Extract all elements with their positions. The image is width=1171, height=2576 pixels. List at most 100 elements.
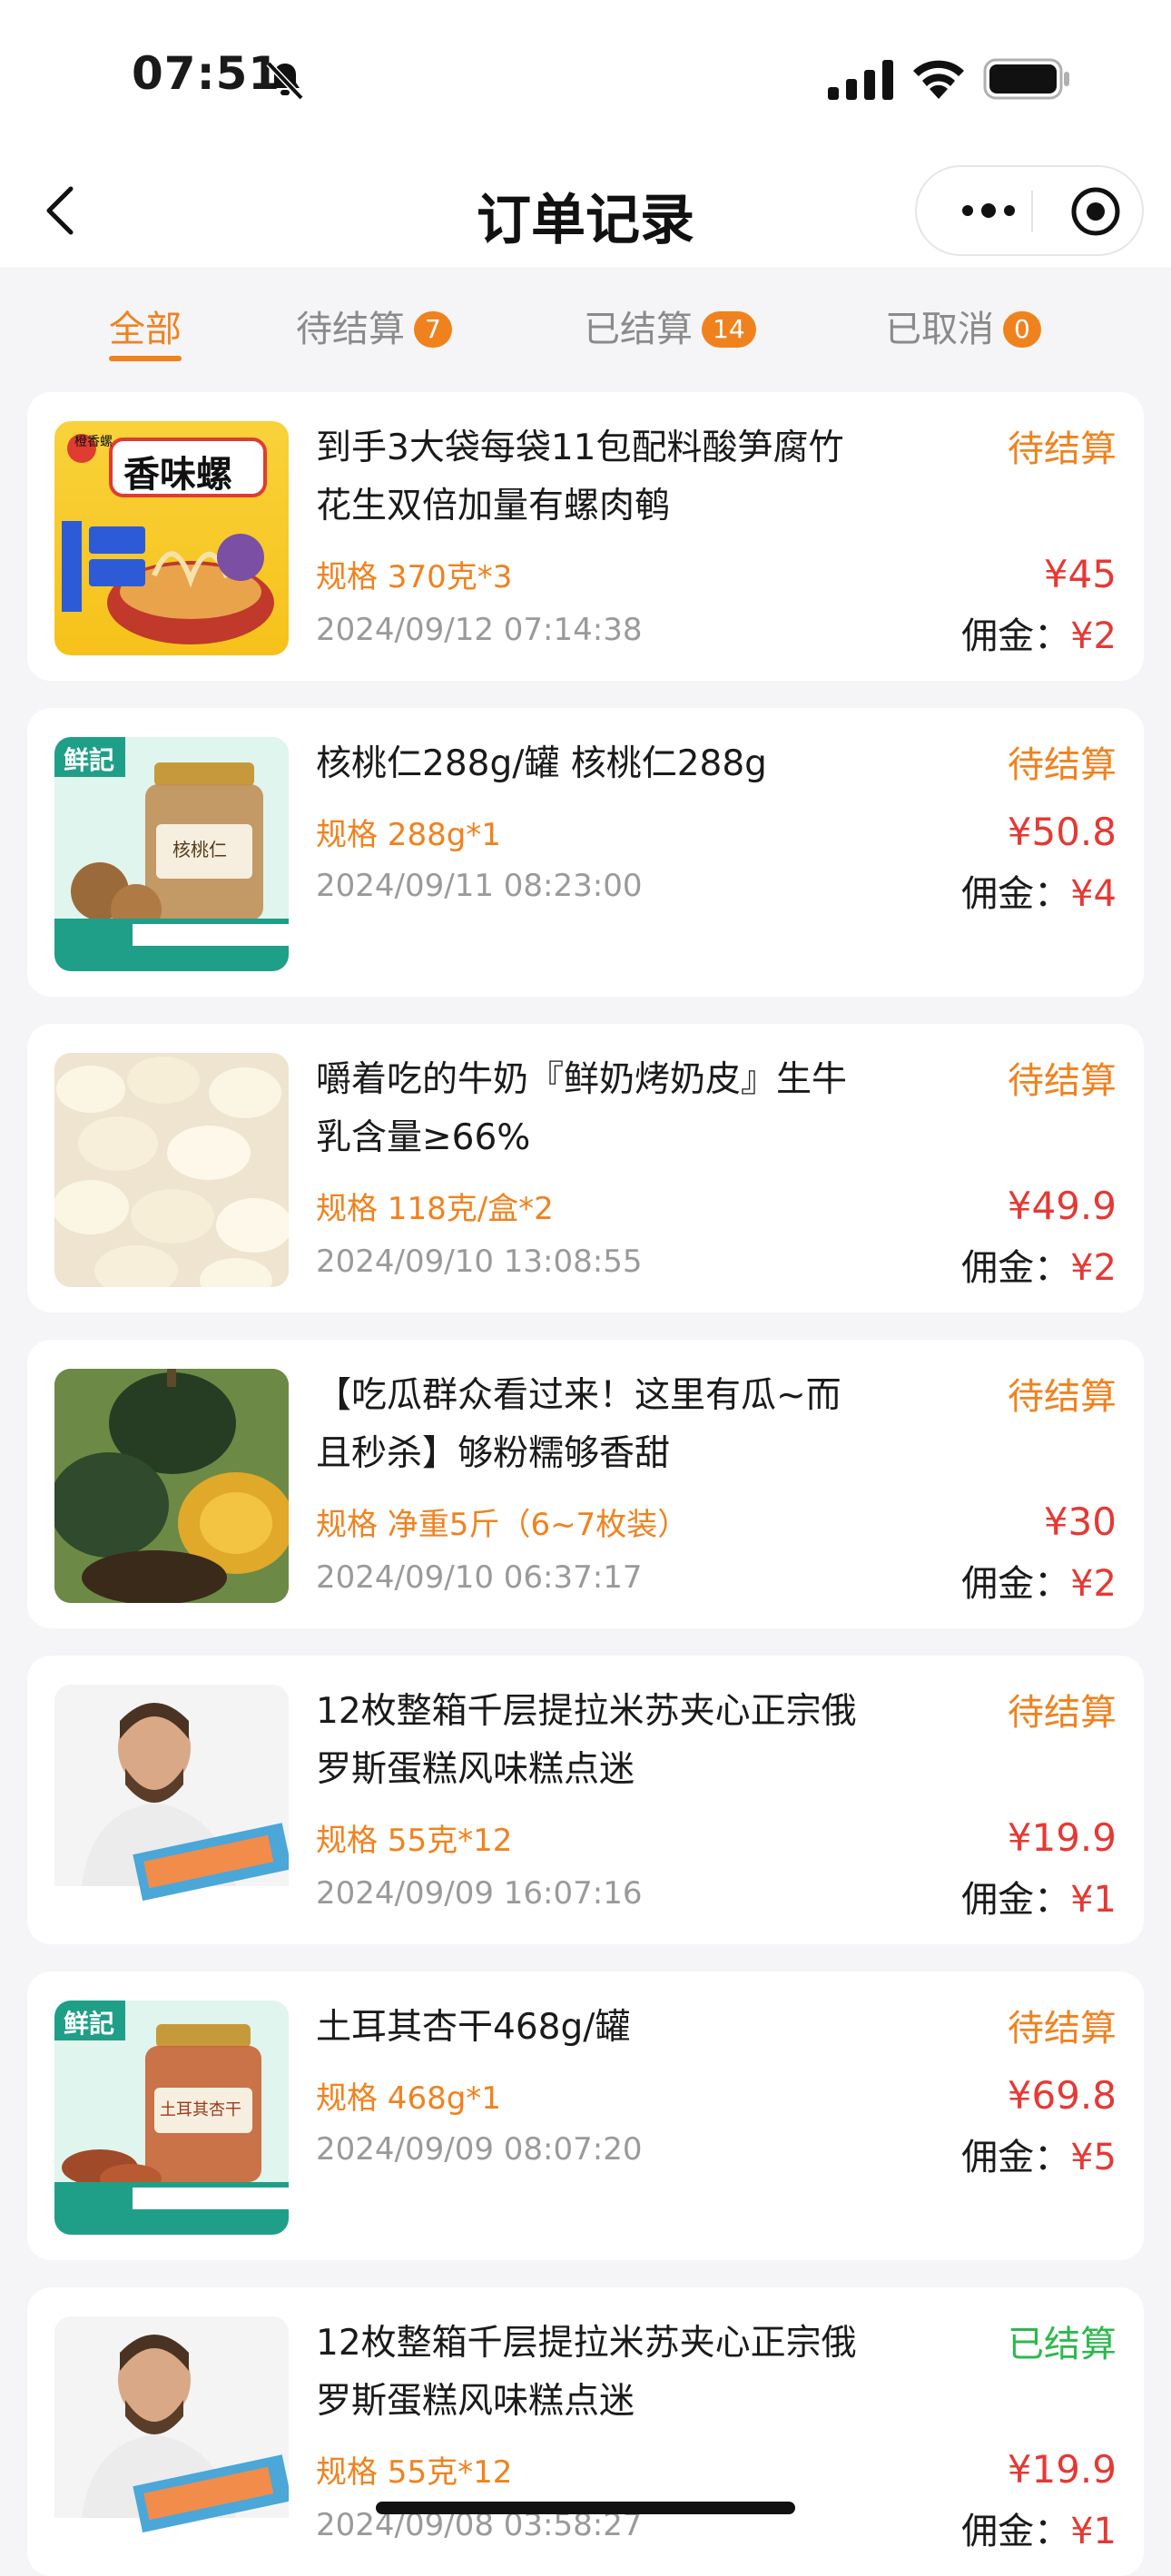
order-price: ¥30	[1043, 1499, 1117, 1544]
battery-icon	[983, 58, 1069, 100]
order-price: ¥19.9	[1007, 2447, 1117, 2492]
commission-label: 佣金：	[961, 1563, 1071, 1605]
product-thumbnail: 香味螺 橙香螺	[54, 421, 289, 655]
order-status: 待结算	[1008, 1060, 1117, 1102]
order-price: ¥45	[1043, 552, 1117, 596]
status-time: 07:51	[132, 47, 281, 100]
tab-label: 已取消	[885, 309, 994, 350]
order-card[interactable]: 嚼着吃的牛奶『鲜奶烤奶皮』生牛乳含量≥66% 规格 118克/盒*2 2024/…	[27, 1024, 1144, 1313]
thumbnail-text: 核桃仁	[172, 839, 227, 860]
order-date: 2024/09/10 06:37:17	[316, 1559, 643, 1596]
count-badge: 7	[414, 311, 452, 348]
order-date: 2024/09/12 07:14:38	[316, 612, 643, 648]
product-spec: 规格 370克*3	[316, 559, 513, 595]
product-thumbnail: 鲜記 核桃仁	[54, 737, 289, 971]
order-status: 待结算	[1008, 2008, 1117, 2050]
product-title: 嚼着吃的牛奶『鲜奶烤奶皮』生牛乳含量≥66%	[316, 1059, 848, 1158]
commission: 佣金：¥4	[961, 864, 1117, 917]
order-card[interactable]: 香味螺 橙香螺 到手3大袋每袋11包配料酸笋腐竹花生双倍加量有螺肉鹌 规格 37…	[27, 392, 1144, 681]
product-thumbnail	[54, 2316, 289, 2551]
order-price: ¥69.8	[1007, 2073, 1117, 2118]
order-date: 2024/09/09 16:07:16	[316, 1875, 643, 1912]
commission-value: ¥2	[1070, 1247, 1117, 1289]
product-title: 12枚整箱千层提拉米苏夹心正宗俄罗斯蛋糕风味糕点迷	[316, 1691, 857, 1790]
more-icon[interactable]	[948, 191, 1029, 231]
order-price: ¥49.9	[1007, 1184, 1117, 1228]
product-title: 【吃瓜群众看过来！这里有瓜~而且秒杀】够粉糯够香甜	[316, 1375, 841, 1474]
commission-value: ¥4	[1070, 873, 1117, 915]
order-status: 已结算	[1008, 2324, 1117, 2365]
commission-value: ¥5	[1070, 2137, 1117, 2178]
commission-label: 佣金：	[961, 1247, 1071, 1289]
product-spec: 规格 118克/盒*2	[316, 1191, 554, 1227]
order-card[interactable]: 【吃瓜群众看过来！这里有瓜~而且秒杀】够粉糯够香甜 规格 净重5斤（6~7枚装）…	[27, 1340, 1144, 1628]
tab-all[interactable]: 全部	[109, 300, 182, 363]
close-target-icon[interactable]	[1069, 185, 1122, 238]
order-card[interactable]: 12枚整箱千层提拉米苏夹心正宗俄罗斯蛋糕风味糕点迷 规格 55克*12 2024…	[27, 2287, 1144, 2576]
mini-program-capsule	[915, 165, 1144, 256]
product-thumbnail	[54, 1053, 289, 1287]
product-thumbnail	[54, 1369, 289, 1603]
count-badge: 14	[702, 311, 756, 348]
capsule-divider	[1031, 191, 1033, 232]
product-title: 12枚整箱千层提拉米苏夹心正宗俄罗斯蛋糕风味糕点迷	[316, 2323, 857, 2422]
product-title: 核桃仁288g/罐 核桃仁288g	[316, 743, 767, 784]
commission-label: 佣金：	[961, 2137, 1071, 2178]
order-card[interactable]: 鲜記 土耳其杏干 土耳其杏干468g/罐 规格 468g*1 2024/09/0…	[27, 1971, 1144, 2260]
signal-icon	[828, 60, 893, 100]
order-status: 待结算	[1008, 1692, 1117, 1734]
bell-muted-icon	[266, 61, 304, 101]
tab-cancelled[interactable]: 已取消 0	[885, 300, 1041, 363]
tab-label: 待结算	[296, 309, 405, 350]
product-image	[54, 1685, 289, 1919]
order-card[interactable]: 12枚整箱千层提拉米苏夹心正宗俄罗斯蛋糕风味糕点迷 规格 55克*12 2024…	[27, 1656, 1144, 1944]
commission: 佣金：¥5	[961, 2128, 1117, 2180]
product-image	[54, 1369, 289, 1603]
commission: 佣金：¥1	[961, 2502, 1117, 2554]
commission: 佣金：¥2	[961, 1238, 1117, 1291]
tab-active-indicator	[109, 356, 182, 361]
product-spec: 规格 净重5斤（6~7枚装）	[316, 1507, 689, 1543]
tab-label: 全部	[109, 309, 182, 350]
order-date: 2024/09/11 08:23:00	[316, 868, 643, 904]
product-thumbnail: 鲜記 土耳其杏干	[54, 2001, 289, 2235]
order-status: 待结算	[1008, 744, 1117, 786]
tab-label: 已结算	[584, 309, 693, 350]
product-image	[54, 1053, 289, 1287]
thumbnail-text: 土耳其杏干	[160, 2100, 241, 2119]
commission: 佣金：¥2	[961, 1554, 1117, 1607]
thumbnail-brand: 鲜記	[64, 2009, 115, 2039]
commission-value: ¥1	[1070, 2511, 1117, 2552]
commission-label: 佣金：	[961, 2511, 1071, 2552]
product-spec: 规格 55克*12	[316, 1823, 513, 1859]
order-price: ¥50.8	[1007, 810, 1117, 854]
order-status: 待结算	[1008, 1376, 1117, 1418]
commission-label: 佣金：	[961, 1879, 1071, 1921]
order-date: 2024/09/10 13:08:55	[316, 1244, 643, 1280]
nav-bar: 订单记录	[0, 154, 1171, 267]
product-spec: 规格 288g*1	[316, 817, 501, 853]
commission-label: 佣金：	[961, 615, 1071, 657]
commission: 佣金：¥2	[961, 606, 1117, 659]
order-status: 待结算	[1008, 428, 1117, 470]
product-spec: 规格 55克*12	[316, 2454, 513, 2491]
thumbnail-brand: 橙香螺	[74, 435, 113, 449]
commission-label: 佣金：	[961, 873, 1071, 915]
product-spec: 规格 468g*1	[316, 2080, 501, 2117]
commission: 佣金：¥1	[961, 1870, 1117, 1922]
commission-value: ¥1	[1070, 1879, 1117, 1921]
tab-settled[interactable]: 已结算 14	[584, 300, 756, 363]
order-price: ¥19.9	[1007, 1815, 1117, 1860]
order-tabs: 全部 待结算 7 已结算 14 已取消 0	[0, 267, 1171, 385]
order-card[interactable]: 鲜記 核桃仁 核桃仁288g/罐 核桃仁288g 规格 288g*1 2024/…	[27, 708, 1144, 997]
product-title: 到手3大袋每袋11包配料酸笋腐竹花生双倍加量有螺肉鹌	[316, 428, 844, 526]
order-date: 2024/09/09 08:07:20	[316, 2131, 643, 2168]
count-badge: 0	[1003, 311, 1041, 348]
product-image	[54, 2316, 289, 2551]
home-indicator[interactable]	[376, 2502, 795, 2514]
commission-value: ¥2	[1070, 1563, 1117, 1605]
thumbnail-brand: 鲜記	[64, 745, 115, 775]
product-thumbnail	[54, 1685, 289, 1919]
tab-pending[interactable]: 待结算 7	[296, 300, 452, 363]
wifi-icon	[913, 60, 964, 99]
